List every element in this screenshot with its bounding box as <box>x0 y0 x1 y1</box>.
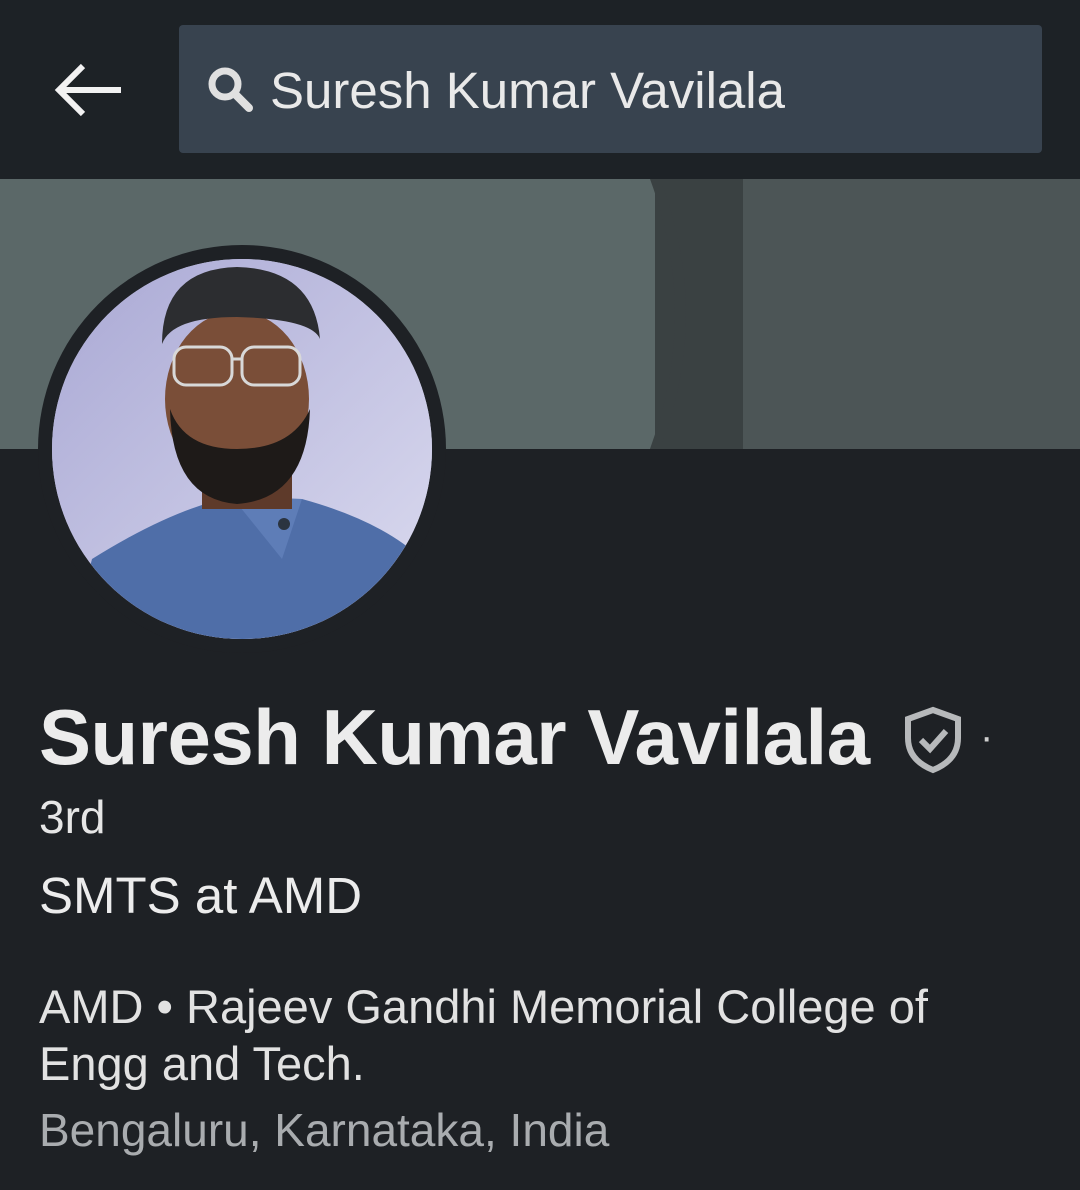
back-button[interactable] <box>44 52 134 128</box>
search-icon <box>208 67 253 112</box>
separator-dot: · <box>980 715 994 759</box>
search-input[interactable]: Suresh Kumar Vavilala <box>179 25 1042 153</box>
profile-location: Bengaluru, Karnataka, India <box>39 1104 610 1156</box>
connection-degree: 3rd <box>39 791 106 843</box>
profile-name: Suresh Kumar Vavilala <box>39 693 870 781</box>
top-app-bar: Suresh Kumar Vavilala <box>0 0 1080 179</box>
profile-organizations: AMD • Rajeev Gandhi Memorial College of … <box>39 980 928 1090</box>
verified-shield-icon[interactable] <box>902 706 964 774</box>
avatar[interactable] <box>52 259 432 639</box>
profile-headline: SMTS at AMD <box>39 867 363 924</box>
arrow-left-icon <box>54 63 121 117</box>
search-query-text: Suresh Kumar Vavilala <box>270 62 785 119</box>
